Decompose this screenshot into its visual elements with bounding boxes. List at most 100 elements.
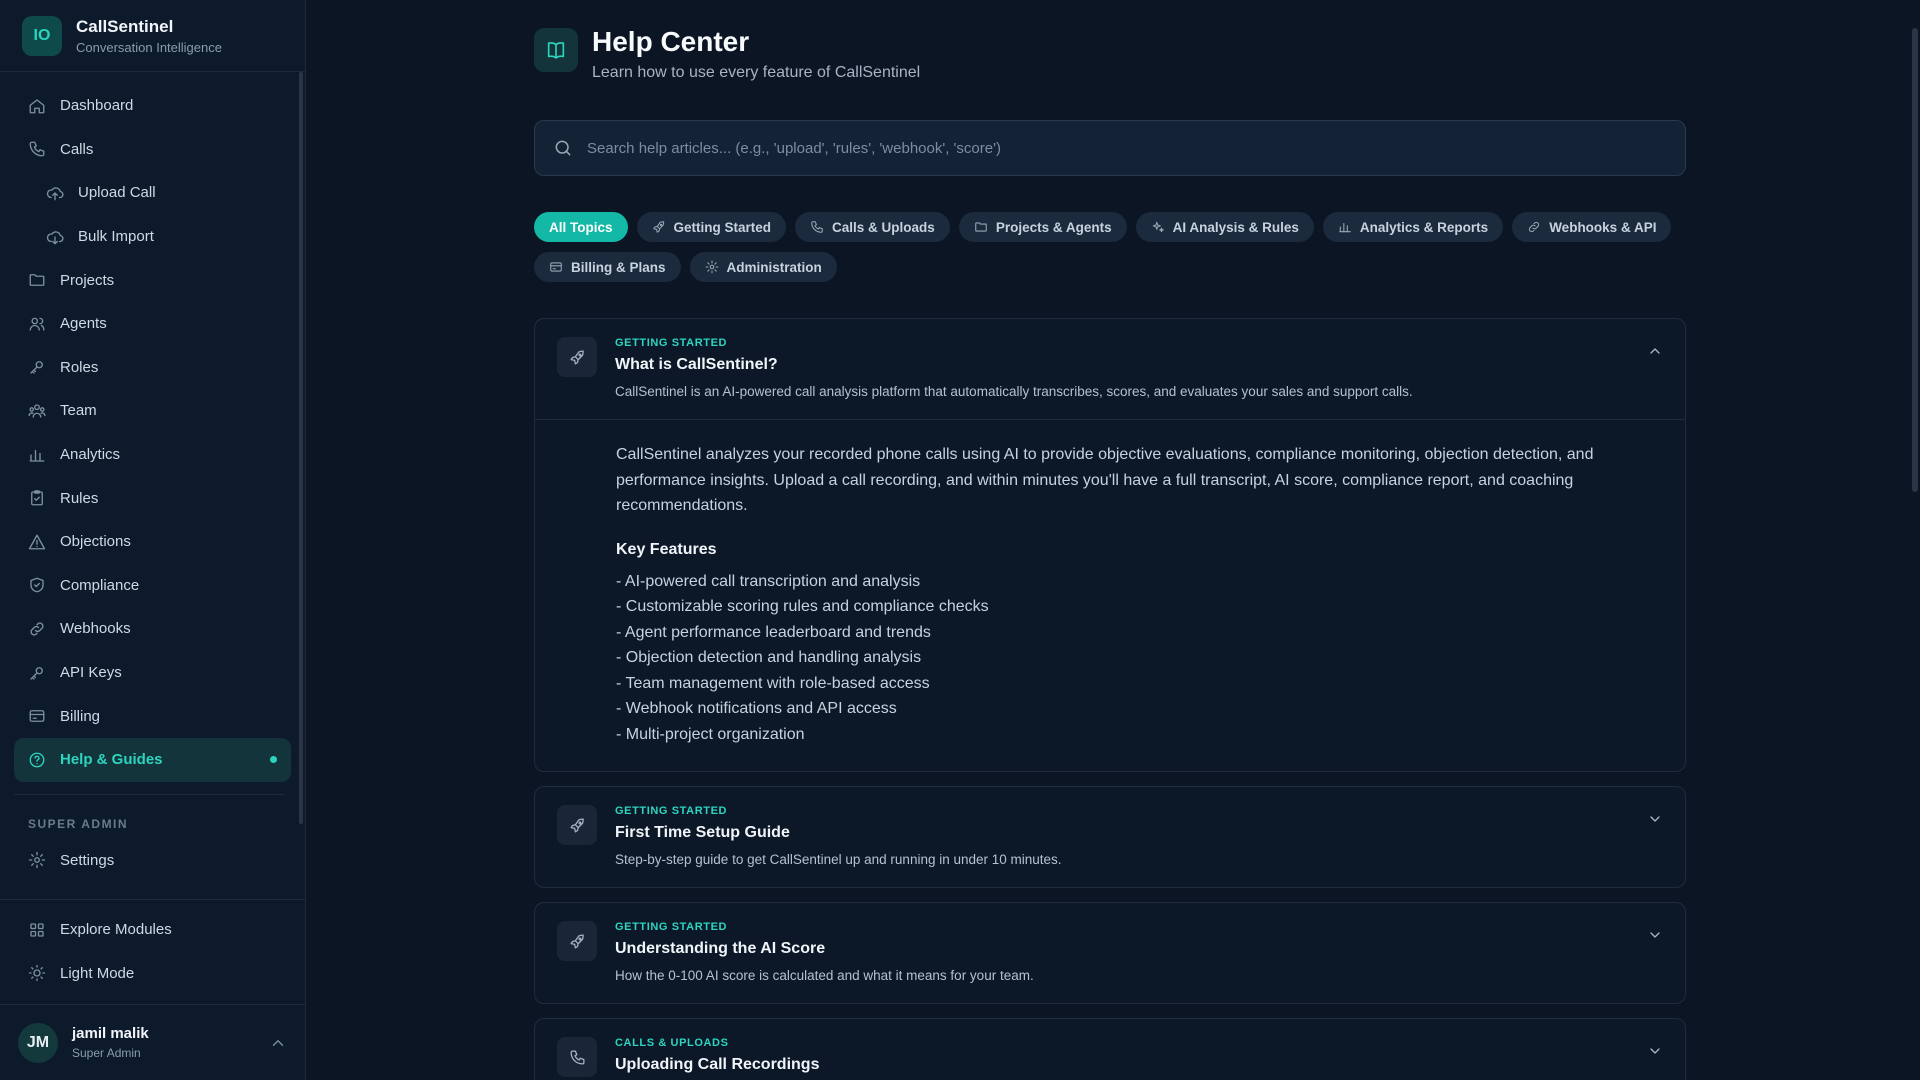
sidebar-item-api-keys[interactable]: API Keys [0,651,305,695]
users-icon [28,315,46,333]
chevron-down-icon[interactable] [1647,927,1663,943]
brand[interactable]: IO CallSentinel Conversation Intelligenc… [0,0,305,72]
topic-filters: All Topics Getting Started Calls & Uploa… [534,212,1686,282]
sidebar-item-projects[interactable]: Projects [0,258,305,302]
light-mode-toggle[interactable]: Light Mode [0,952,305,996]
article-card: GETTING STARTED What is CallSentinel? Ca… [534,318,1686,772]
article-body-text: CallSentinel analyzes your recorded phon… [616,446,1594,514]
sidebar-item-label: Bulk Import [78,228,154,246]
sidebar-item-billing[interactable]: Billing [0,694,305,738]
article-description: CallSentinel is an AI-powered call analy… [615,384,1413,399]
article-card: CALLS & UPLOADS Uploading Call Recording… [534,1018,1686,1080]
team-icon [28,402,46,420]
bar-chart-icon [1338,220,1352,234]
sidebar-item-help-guides[interactable]: Help & Guides [14,737,291,782]
chip-label: All Topics [549,219,613,235]
sidebar-item-upload-call[interactable]: Upload Call [0,171,305,215]
chip-analytics-reports[interactable]: Analytics & Reports [1322,212,1504,242]
help-circle-icon [28,751,46,769]
chip-webhooks-api[interactable]: Webhooks & API [1512,212,1672,242]
section-label-super-admin: SUPER ADMIN [28,816,129,831]
chip-label: Getting Started [673,219,772,235]
article-category: CALLS & UPLOADS [615,1037,729,1049]
cloud-download-icon [46,228,64,246]
shield-icon [28,576,46,594]
sidebar-item-settings[interactable]: Settings [0,839,305,883]
feature-item: - Agent performance leaderboard and tren… [616,623,931,641]
sparkles-icon [1151,220,1165,234]
gear-icon [28,851,46,869]
active-indicator-dot [270,756,277,764]
sidebar-item-compliance[interactable]: Compliance [0,564,305,608]
sidebar-item-agents[interactable]: Agents [0,302,305,346]
sidebar-item-label: Calls [60,140,94,158]
phone-icon [810,220,824,234]
user-menu[interactable]: JM jamil malik Super Admin [0,1004,305,1080]
chip-getting-started[interactable]: Getting Started [636,212,787,242]
feature-item: - Customizable scoring rules and complia… [616,598,989,615]
feature-item: - Objection detection and handling analy… [616,649,922,666]
search-bar[interactable] [534,120,1686,176]
chip-billing-plans[interactable]: Billing & Plans [534,252,681,282]
sidebar-item-roles[interactable]: Roles [0,346,305,390]
chip-label: Billing & Plans [571,259,666,275]
brand-name: CallSentinel [76,16,174,36]
chip-calls-uploads[interactable]: Calls & Uploads [795,212,950,242]
sidebar-item-label: Settings [60,851,115,869]
sidebar-item-objections[interactable]: Objections [0,520,305,564]
article-card: GETTING STARTED Understanding the AI Sco… [534,902,1686,1004]
article-header[interactable]: GETTING STARTED Understanding the AI Sco… [535,903,1685,1003]
article-header[interactable]: GETTING STARTED First Time Setup Guide S… [535,787,1685,887]
sidebar-item-team[interactable]: Team [0,389,305,433]
brand-logo: IO [22,15,62,56]
page-scrollbar[interactable] [1912,28,1918,492]
sidebar-item-label: Dashboard [60,97,134,115]
rocket-icon [557,337,597,377]
sidebar-scrollbar[interactable] [299,72,303,824]
article-title: Uploading Call Recordings [615,1056,820,1073]
sidebar-item-analytics[interactable]: Analytics [0,433,305,477]
search-icon [553,138,573,158]
chip-ai-analysis-rules[interactable]: AI Analysis & Rules [1135,212,1314,242]
chip-label: Webhooks & API [1549,219,1657,235]
cloud-upload-icon [46,184,64,202]
folder-icon [974,220,988,234]
sidebar-item-label: Roles [60,358,99,376]
sidebar-item-webhooks[interactable]: Webhooks [0,607,305,651]
chevron-down-icon[interactable] [1647,1043,1663,1059]
feature-item: - Team management with role-based access [616,674,930,692]
sidebar-item-label: Team [60,402,97,420]
article-header[interactable]: GETTING STARTED What is CallSentinel? Ca… [535,319,1685,419]
link-icon [28,620,46,638]
article-body: CallSentinel analyzes your recorded phon… [535,419,1685,771]
sidebar-item-label: Agents [60,315,107,333]
sidebar-item-rules[interactable]: Rules [0,476,305,520]
key-icon [28,664,46,682]
book-icon [534,28,578,72]
chip-label: Projects & Agents [995,219,1112,235]
article-header[interactable]: CALLS & UPLOADS Uploading Call Recording… [535,1019,1685,1080]
search-input[interactable] [587,139,1667,157]
article-title: Understanding the AI Score [615,940,826,957]
chevron-up-icon[interactable] [269,1034,287,1052]
rocket-icon [652,220,666,234]
user-role: Super Admin [72,1046,141,1060]
chevron-up-icon[interactable] [1647,343,1663,359]
explore-modules-button[interactable]: Explore Modules [0,908,305,952]
sidebar-item-bulk-import[interactable]: Bulk Import [0,215,305,259]
sidebar-item-dashboard[interactable]: Dashboard [0,84,305,128]
sidebar-item-label: API Keys [60,664,122,682]
sidebar-item-calls[interactable]: Calls [0,128,305,172]
sidebar-item-label: Objections [60,533,131,551]
chip-projects-agents[interactable]: Projects & Agents [958,212,1127,242]
phone-icon [557,1037,597,1077]
page-subtitle: Learn how to use every feature of CallSe… [592,64,921,81]
article-category: GETTING STARTED [615,921,728,933]
warning-icon [28,533,46,551]
article-title: What is CallSentinel? [615,356,778,373]
article-category: GETTING STARTED [615,805,728,817]
article-title: First Time Setup Guide [615,824,790,841]
chip-all-topics[interactable]: All Topics [534,212,628,242]
chevron-down-icon[interactable] [1647,811,1663,827]
chip-administration[interactable]: Administration [689,252,837,282]
